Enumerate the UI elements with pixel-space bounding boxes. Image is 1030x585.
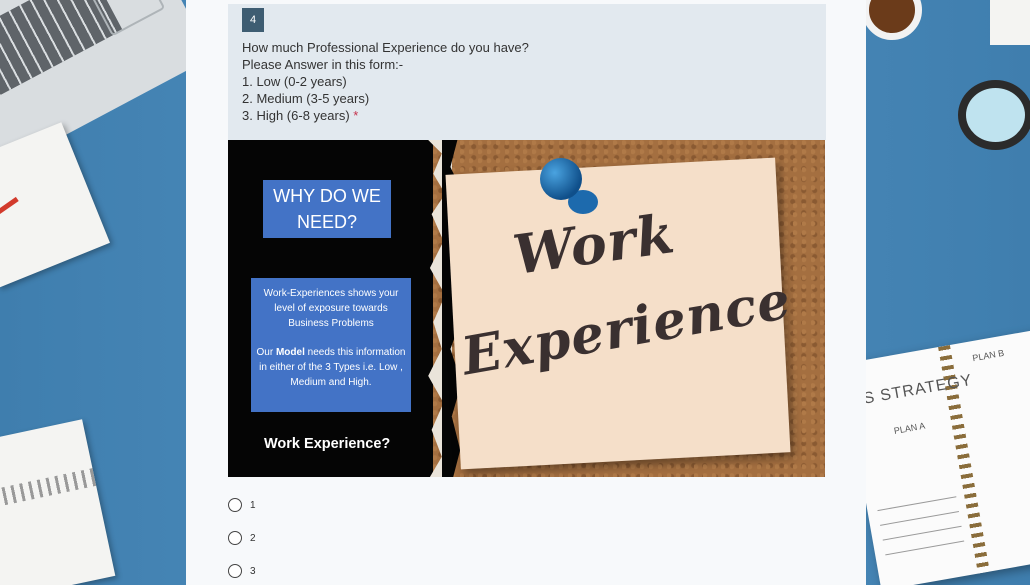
notepad-rings (0, 468, 97, 511)
radio-button[interactable] (228, 531, 242, 545)
info-paragraph-model: Our Model needs this information in eith… (255, 345, 407, 390)
question-line-last: 3. High (6-8 years) * (242, 107, 529, 124)
question-line: 3. High (6-8 years) (242, 108, 350, 123)
radio-button[interactable] (228, 498, 242, 512)
option-2[interactable]: 2 (228, 531, 256, 545)
book-line (880, 510, 960, 526)
info-text-bold: Model (275, 347, 305, 358)
why-box-line: WHY DO WE (273, 186, 381, 206)
question-image: Work Experience WHY DO WE NEED? Work-Exp… (228, 140, 825, 477)
required-marker: * (353, 108, 359, 123)
book-line (882, 525, 962, 541)
option-label: 2 (250, 532, 256, 544)
book-plan-b: PLAN B (971, 347, 1005, 364)
book-line (877, 496, 957, 512)
option-label: 1 (250, 499, 256, 511)
question-line: How much Professional Experience do you … (242, 40, 529, 55)
info-text: Our (256, 347, 276, 358)
info-paragraph: Work-Experiences shows your level of exp… (263, 288, 399, 329)
book-line (885, 540, 965, 556)
glasses-illustration (958, 80, 1030, 150)
question-number-badge: 4 (242, 8, 264, 32)
image-caption: Work Experience? (264, 436, 391, 452)
question-text: How much Professional Experience do you … (242, 39, 529, 124)
option-3[interactable]: 3 (228, 564, 256, 578)
radio-button[interactable] (228, 564, 242, 578)
why-box: WHY DO WE NEED? (263, 180, 391, 238)
option-label: 3 (250, 565, 256, 577)
question-line: 1. Low (0-2 years) (242, 74, 347, 89)
question-line: 2. Medium (3-5 years) (242, 91, 370, 106)
info-box: Work-Experiences shows your level of exp… (251, 278, 411, 412)
pushpin-icon (540, 158, 582, 200)
why-box-line: NEED? (296, 212, 357, 232)
question-line: Please Answer in this form:- (242, 57, 404, 72)
paper-illustration-right (990, 0, 1030, 45)
question-header: 4 How much Professional Experience do yo… (228, 4, 826, 140)
book-plan-a: PLAN A (893, 420, 926, 436)
option-1[interactable]: 1 (228, 498, 256, 512)
